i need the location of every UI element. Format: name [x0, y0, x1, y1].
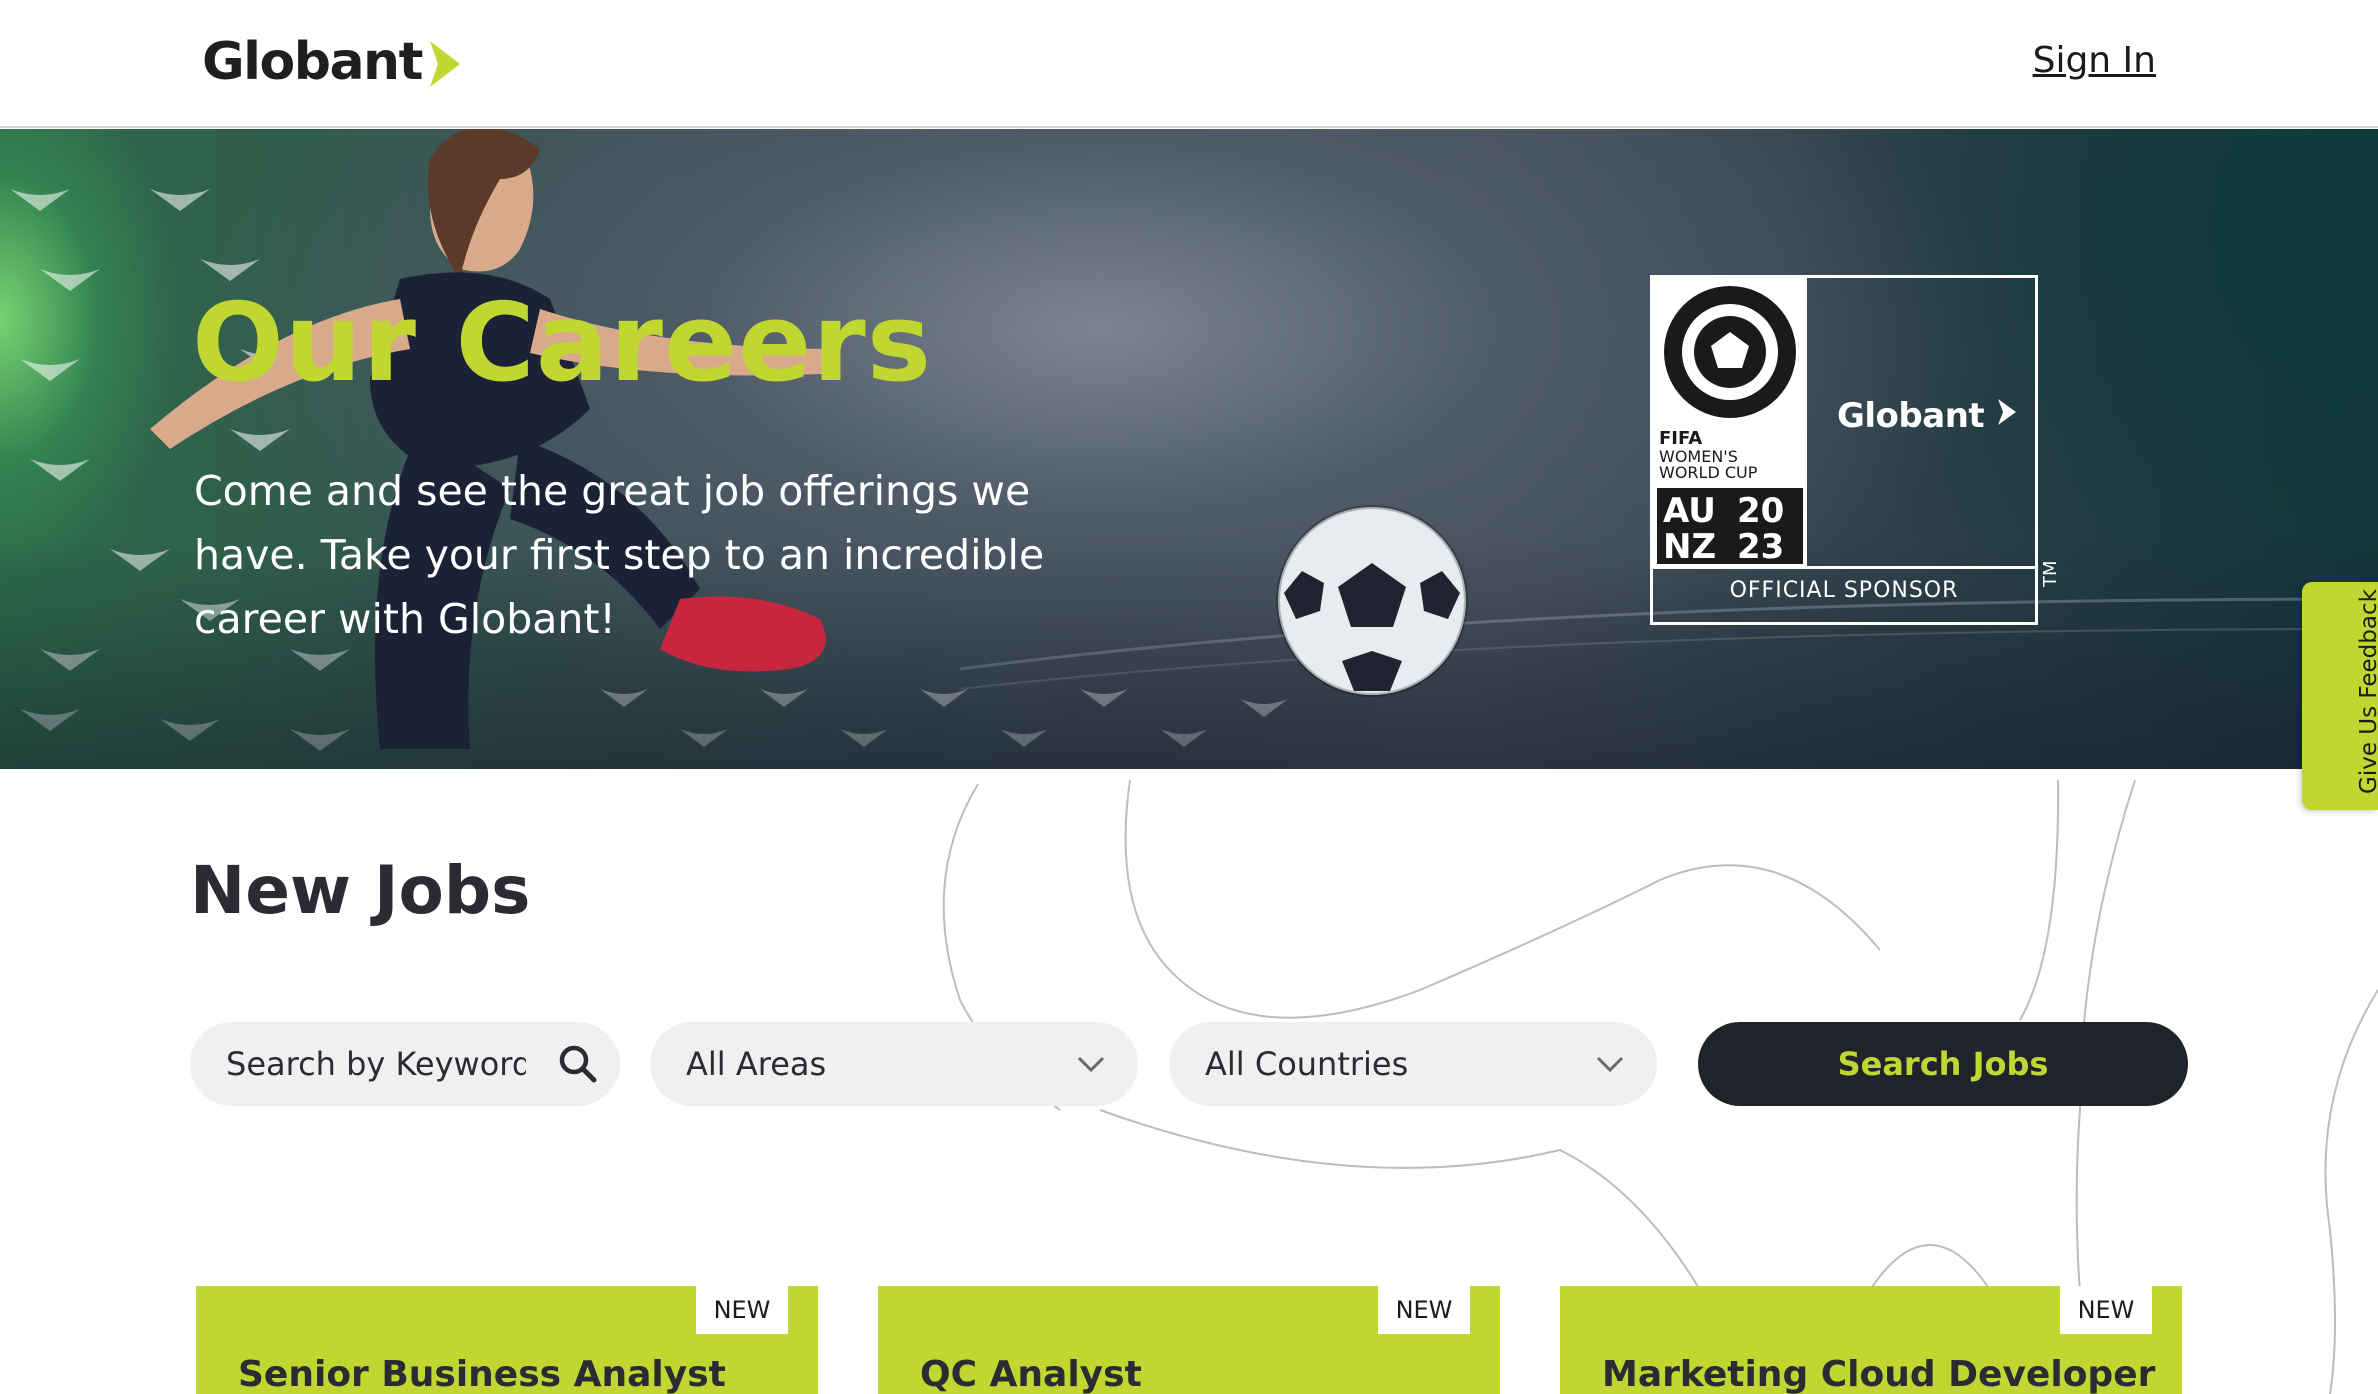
new-jobs-heading: New Jobs [190, 852, 531, 929]
job-card[interactable]: NEW Marketing Cloud Developer [1560, 1286, 2182, 1394]
job-card[interactable]: NEW Senior Business Analyst [196, 1286, 818, 1394]
search-jobs-button[interactable]: Search Jobs [1698, 1022, 2188, 1106]
job-title: Marketing Cloud Developer [1602, 1354, 2156, 1394]
emblem-line-world-cup: WORLD CUP [1659, 463, 1758, 482]
hero-description: Come and see the great job offerings we … [194, 467, 1045, 643]
new-badge: NEW [1378, 1286, 1470, 1334]
globant-logo[interactable]: Globant [202, 30, 462, 94]
areas-select-value: All Areas [686, 1045, 827, 1083]
emblem-line-au: AU [1663, 491, 1716, 531]
trademark-mark: TM [2040, 560, 2061, 587]
keyword-search-field[interactable] [190, 1022, 620, 1106]
search-jobs-label: Search Jobs [1837, 1045, 2049, 1083]
soccer-player-illustration [150, 129, 840, 749]
sponsor-brand-text: Globant [1837, 396, 2018, 436]
job-card[interactable]: NEW QC Analyst [878, 1286, 1500, 1394]
fifa-emblem-graphic: FIFA WOMEN'S WORLD CUP AU NZ 20 23 [1657, 286, 1803, 567]
new-badge: NEW [696, 1286, 788, 1334]
logo-text: Globant [202, 32, 423, 92]
fifa-sponsor-badge: FIFA WOMEN'S WORLD CUP AU NZ 20 23 Globa… [1650, 275, 2038, 625]
hero-banner: Our Careers Come and see the great job o… [0, 129, 2378, 769]
chevron-down-icon [1077, 1056, 1105, 1073]
emblem-line-20: 20 [1737, 491, 1784, 531]
logo-arrow-icon [429, 41, 460, 87]
site-header: Globant Sign In [0, 0, 2378, 128]
fifa-emblem: FIFA WOMEN'S WORLD CUP AU NZ 20 23 [1653, 278, 1807, 567]
soccer-ball-illustration [1276, 505, 1468, 697]
keyword-search-input[interactable] [226, 1045, 526, 1083]
sponsor-brand-name: Globant [1837, 396, 1985, 436]
areas-select[interactable]: All Areas [650, 1022, 1138, 1106]
hero-title: Our Careers [192, 281, 932, 406]
official-sponsor-label: OFFICIAL SPONSOR [1729, 578, 1959, 603]
feedback-label: Give Us Feedback [2356, 589, 2378, 794]
emblem-line-nz: NZ [1663, 527, 1716, 566]
search-icon[interactable] [558, 1044, 598, 1084]
job-cards-list: NEW Senior Business Analyst NEW QC Analy… [196, 1286, 2182, 1394]
emblem-line-23: 23 [1737, 527, 1784, 566]
sponsor-divider [1653, 566, 2035, 569]
sponsor-brand-arrow-icon [1997, 399, 2016, 425]
countries-select[interactable]: All Countries [1169, 1022, 1657, 1106]
job-title: QC Analyst [920, 1354, 1142, 1394]
sign-in-link[interactable]: Sign In [2033, 40, 2156, 81]
job-title: Senior Business Analyst [238, 1354, 726, 1394]
new-badge: NEW [2060, 1286, 2152, 1334]
countries-select-value: All Countries [1205, 1045, 1409, 1083]
chevron-down-icon [1596, 1056, 1624, 1073]
emblem-line-fifa: FIFA [1659, 428, 1702, 449]
